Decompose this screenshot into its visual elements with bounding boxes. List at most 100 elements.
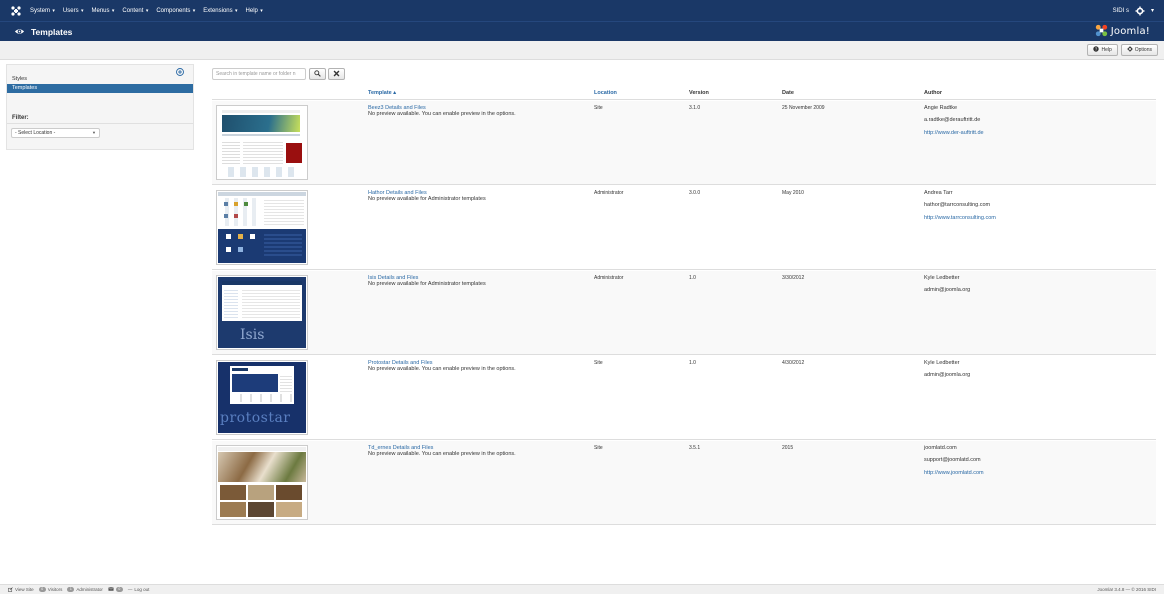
administrator-indicator: 1 Administrator — [67, 587, 103, 592]
external-link-icon — [8, 586, 13, 593]
search-input[interactable]: Search in template name or folder n — [212, 68, 306, 80]
menu-users-label: Users — [62, 7, 79, 14]
template-author-url[interactable]: http://www.joomlatd.com — [924, 470, 984, 476]
envelope-icon — [108, 587, 114, 592]
clear-search-button[interactable] — [328, 68, 345, 80]
top-navbar: System ▾ Users ▾ Menus ▾ Content ▾ Compo… — [0, 0, 1164, 21]
template-thumbnail-isis[interactable]: Isis — [216, 275, 308, 350]
sidebar-item-styles[interactable]: Styles — [7, 75, 193, 84]
caret-down-icon: ▾ — [144, 7, 149, 14]
menu-help-label: Help — [245, 7, 258, 14]
menu-menus[interactable]: Menus ▾ — [92, 8, 115, 14]
template-author: joomlatd.com — [924, 445, 957, 451]
search-button[interactable] — [309, 68, 326, 80]
column-location[interactable]: Location — [594, 90, 617, 96]
options-button[interactable]: Options — [1120, 44, 1158, 56]
template-author: Kyle Ledbetter — [924, 275, 960, 281]
menu-content[interactable]: Content ▾ — [122, 8, 148, 14]
template-thumbnail-beez3[interactable] — [216, 105, 308, 180]
caret-down-icon: ▾ — [258, 7, 263, 14]
template-author-email: hathor@tarrconsulting.com — [924, 202, 991, 208]
page-title: Templates — [31, 26, 73, 37]
table-row: Beez3 Details and Files No preview avail… — [212, 101, 1156, 185]
caret-down-icon: ▾ — [191, 7, 196, 14]
menu-system-label: System — [30, 7, 51, 14]
caret-down-icon: ▾ — [79, 7, 84, 14]
template-date: 25 November 2009 — [782, 105, 825, 111]
visitors-label: Visitors — [47, 587, 63, 592]
template-date: May 2010 — [782, 190, 804, 196]
view-site-link[interactable]: View Site — [8, 586, 34, 593]
visitors-indicator: 0 Visitors — [38, 587, 63, 592]
logout-label: Log out — [134, 587, 150, 592]
sidebar: Styles Templates Filter: - Select Locati… — [6, 64, 194, 150]
messages-link[interactable]: 0 — [108, 587, 123, 592]
template-version: 3.1.0 — [689, 105, 701, 111]
menu-extensions-label: Extensions — [203, 7, 233, 14]
joomla-logo-icon[interactable] — [10, 5, 22, 17]
location-select-value: - Select Location - — [15, 130, 56, 136]
template-description: No preview available. You can enable pre… — [368, 111, 516, 117]
caret-down-icon: ▾ — [110, 7, 115, 14]
template-thumbnail-protostar[interactable]: protostar — [216, 360, 308, 435]
column-template-label: Template — [368, 90, 392, 96]
template-thumbnail-td-ernes[interactable] — [216, 445, 308, 520]
isis-wordmark: Isis — [240, 327, 265, 343]
sidebar-item-templates[interactable]: Templates — [7, 84, 193, 93]
chevron-down-icon: ▼ — [92, 130, 96, 135]
column-template[interactable]: Template ▴ — [368, 90, 396, 96]
template-version: 1.0 — [689, 275, 696, 281]
template-author-email: support@joomlatd.com — [924, 457, 981, 463]
menu-components[interactable]: Components ▾ — [156, 8, 195, 14]
menu-components-label: Components — [156, 7, 191, 14]
site-name-link[interactable]: SIDI s — [1113, 8, 1129, 14]
joomla-brand: Joomla! — [1095, 24, 1150, 39]
copyright-text: Joomla! 3.4.8 — © 2016 SIDI — [1097, 587, 1156, 592]
template-date: 3/30/2012 — [782, 275, 805, 281]
template-description: No preview available. You can enable pre… — [368, 366, 516, 372]
eye-icon — [14, 26, 25, 37]
template-author-url[interactable]: http://www.der-auftritt.de — [924, 130, 984, 136]
caret-down-icon[interactable]: ▾ — [1151, 7, 1154, 14]
gear-icon — [1126, 46, 1133, 54]
template-author-email: admin@joomla.org — [924, 287, 971, 293]
menu-users[interactable]: Users ▾ — [63, 8, 84, 14]
joomla-brand-icon — [1095, 24, 1108, 39]
template-thumbnail-hathor[interactable] — [216, 190, 308, 265]
help-button[interactable]: ? Help — [1087, 44, 1118, 56]
template-author: Andrea Tarr — [924, 190, 953, 196]
filter-label: Filter: — [12, 115, 29, 121]
menu-help[interactable]: Help ▾ — [246, 8, 263, 14]
logout-link[interactable]: — Log out — [128, 587, 150, 592]
question-circle-icon: ? — [1093, 46, 1100, 54]
visitors-badge: 0 — [38, 587, 46, 592]
search-icon — [314, 69, 321, 79]
column-version: Version — [689, 90, 709, 96]
administrator-label: Administrator — [76, 587, 103, 592]
table-row: Hathor Details and Files No preview avai… — [212, 186, 1156, 270]
gear-icon[interactable] — [1135, 6, 1145, 16]
filter-divider — [7, 123, 193, 124]
template-author-url[interactable]: http://www.tarrconsulting.com — [924, 215, 996, 221]
caret-down-icon: ▾ — [233, 7, 238, 14]
messages-badge: 0 — [115, 587, 123, 592]
menu-system[interactable]: System ▾ — [30, 8, 55, 14]
location-select[interactable]: - Select Location - ▼ — [11, 128, 100, 138]
template-location: Site — [594, 360, 603, 366]
protostar-wordmark: protostar — [220, 410, 291, 426]
menu-content-label: Content — [122, 7, 144, 14]
template-location: Site — [594, 105, 603, 111]
template-date: 2015 — [782, 445, 794, 451]
template-version: 1.0 — [689, 360, 696, 366]
caret-down-icon: ▾ — [51, 7, 55, 14]
sort-asc-icon: ▴ — [391, 90, 397, 96]
template-location: Site — [594, 445, 603, 451]
menu-extensions[interactable]: Extensions ▾ — [203, 8, 237, 14]
administrator-badge: 1 — [67, 587, 75, 592]
minus-icon: — — [127, 587, 133, 592]
template-author-email: admin@joomla.org — [924, 372, 971, 378]
template-author: Angie Radtke — [924, 105, 958, 111]
template-description: No preview available for Administrator t… — [368, 281, 486, 287]
column-author: Author — [924, 90, 943, 96]
template-location: Administrator — [594, 190, 624, 196]
